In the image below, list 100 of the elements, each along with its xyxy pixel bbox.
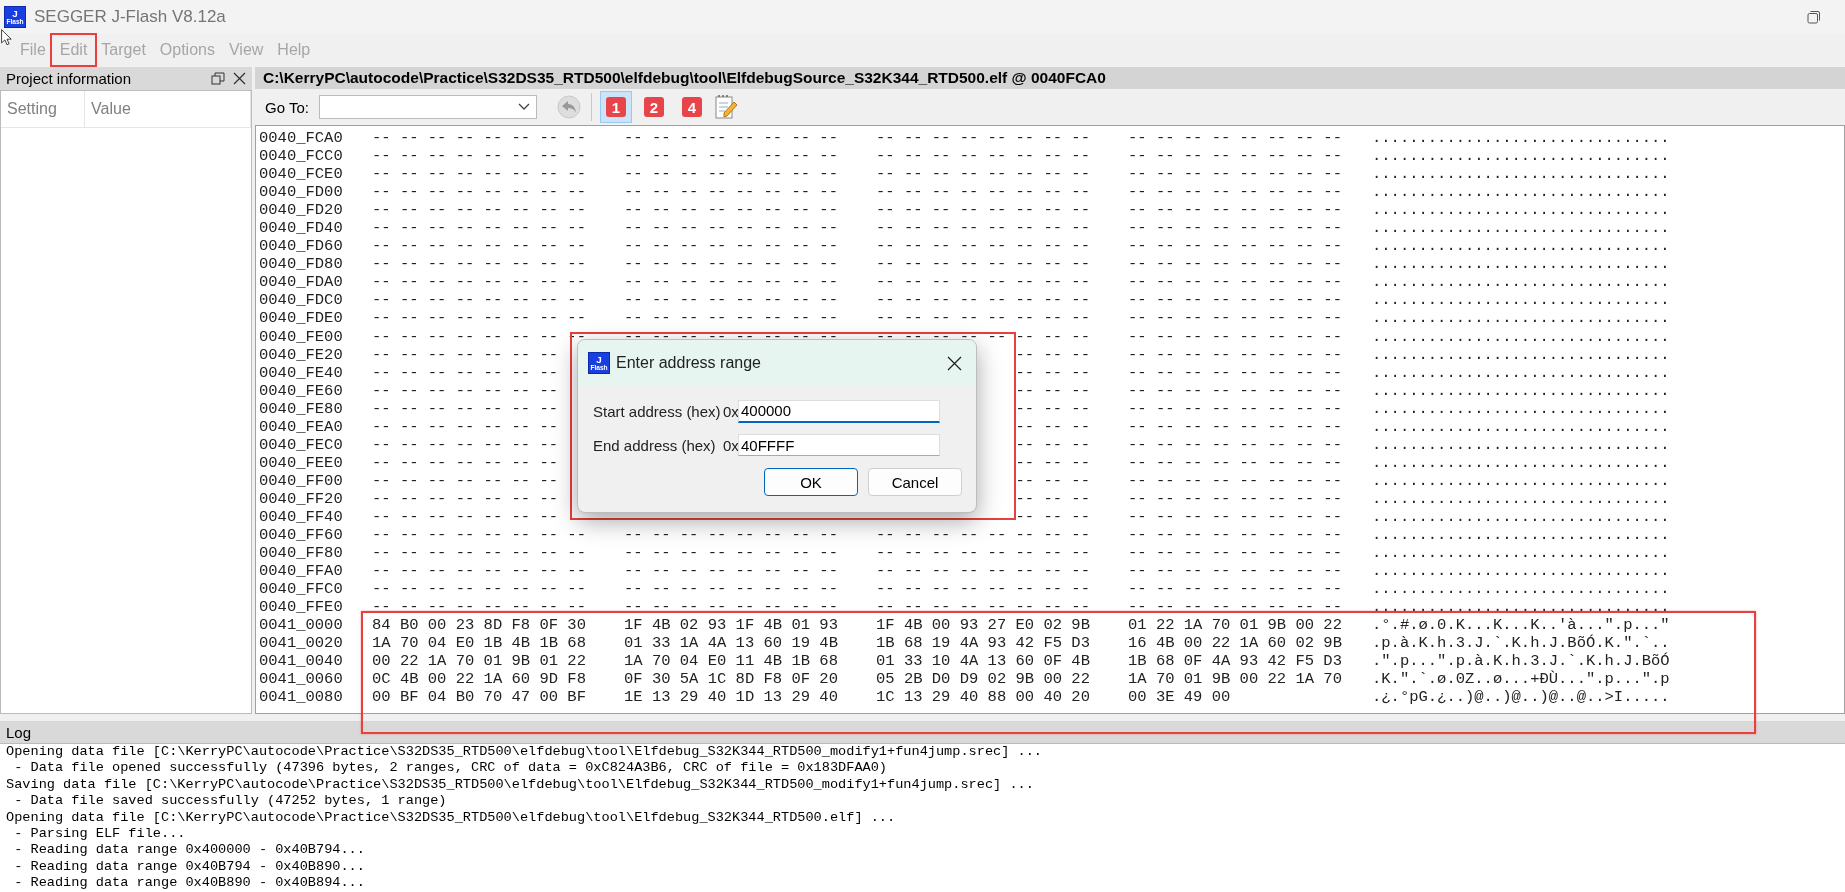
hex-bytes-cell: 1E 13 29 40 1D 13 29 40 <box>624 688 838 707</box>
hex-bytes-cell: 0F 30 5A 1C 8D F8 0F 20 <box>624 670 838 689</box>
hex-bytes-cell: -- -- -- -- -- -- -- -- <box>876 562 1090 581</box>
hex-bytes-cell: -- -- -- <box>1015 345 1090 364</box>
hex-bytes-cell: -- -- -- -- -- -- -- -- <box>876 183 1090 202</box>
address-field[interactable]: 40FFFF <box>738 434 940 456</box>
address-cell: 0040_FF20 <box>259 489 343 508</box>
ascii-cell: ................................ <box>1372 327 1670 346</box>
hex-bytes-cell: 0C 4B 00 22 1A 60 9D F8 <box>372 670 586 689</box>
ascii-cell: ................................ <box>1372 273 1670 292</box>
hex-bytes-cell: -- -- -- -- -- -- -- -- <box>1128 363 1342 382</box>
menu-item[interactable]: File <box>14 36 52 63</box>
hex-bytes-cell: 1C 13 29 40 88 00 40 20 <box>876 688 1090 707</box>
address-cell: 0040_FFA0 <box>259 562 343 581</box>
ascii-cell: ................................ <box>1372 255 1670 274</box>
restore-icon[interactable] <box>211 72 225 85</box>
hex-bytes-cell: -- -- -- -- -- -- -- -- <box>1128 255 1342 274</box>
hex-bytes-cell: 01 33 1A 4A 13 60 19 4B <box>624 634 838 653</box>
log-line: Opening data file [C:\KerryPC\autocode\Practice\S32DS35_RTD500\elfdebug\tool\Elfdebug_S32K344_RTD500_modify1+fun4jump.srec] ... <box>6 744 1043 761</box>
hex-bytes-cell: -- -- -- -- -- -- -- -- <box>1128 489 1342 508</box>
hex-bytes-cell: 1A 70 04 E0 11 4B 1B 68 <box>624 652 838 671</box>
hex-bytes-cell: -- -- -- -- -- -- -- -- <box>624 598 838 617</box>
hex-bytes-cell: 01 22 1A 70 01 9B 00 22 <box>1128 616 1342 635</box>
hex-bytes-cell: 1A 70 01 9B 00 22 1A 70 <box>1128 670 1342 689</box>
address-cell: 0040_FE80 <box>259 399 343 418</box>
address-cell: 0040_FF00 <box>259 471 343 490</box>
ascii-cell: .¿.°pG.¿..)@..)@..)@..@..>I..... <box>1372 688 1670 707</box>
menu-item[interactable]: Options <box>153 36 221 63</box>
address-cell: 0040_FEA0 <box>259 417 343 436</box>
address-cell: 0041_0080 <box>259 688 343 707</box>
address-cell: 0040_FD20 <box>259 201 343 220</box>
menu-item[interactable]: Help <box>271 36 317 63</box>
log-line: - Reading data range 0x40B890 - 0x40B894... <box>13 875 366 892</box>
hex-bytes-cell: -- -- -- -- -- -- -- -- <box>1128 201 1342 220</box>
hex-bytes-cell: -- -- -- -- -- -- -- -- <box>1128 327 1342 346</box>
address-cell: 0040_FE60 <box>259 381 343 400</box>
hex-bytes-cell: -- -- -- -- -- -- -- -- <box>876 544 1090 563</box>
hex-bytes-cell: 05 2B D0 D9 02 9B 00 22 <box>876 670 1090 689</box>
address-cell: 0041_0020 <box>259 634 343 653</box>
hex-bytes-cell: -- -- -- -- -- -- -- -- <box>624 580 838 599</box>
chevron-down-icon <box>517 103 530 111</box>
hex-bytes-cell: -- -- -- -- -- -- -- -- <box>372 309 586 328</box>
hex-bytes-cell: -- -- -- -- -- -- -- <box>372 508 559 527</box>
address-field[interactable]: 400000 <box>738 399 940 423</box>
ascii-cell: ................................ <box>1372 291 1670 310</box>
hex-bytes-cell: -- -- -- -- -- -- -- -- <box>1128 309 1342 328</box>
hex-bytes-cell: -- -- -- -- -- -- -- -- <box>1128 580 1342 599</box>
hex-bytes-cell: 1F 4B 02 93 1F 4B 01 93 <box>624 616 838 635</box>
hex-bytes-cell: -- -- -- -- -- -- -- -- <box>624 562 838 581</box>
address-cell: 0040_FDC0 <box>259 291 343 310</box>
hex-bytes-cell: -- -- -- -- -- -- -- -- <box>1128 345 1342 364</box>
field-label: End address (hex) <box>593 436 717 454</box>
log-line: - Reading data range 0x40B794 - 0x40B890... <box>13 858 366 876</box>
hex-bytes-cell: -- -- -- -- -- -- -- -- <box>1128 291 1342 310</box>
close-icon[interactable] <box>233 72 246 85</box>
hex-bytes-cell: -- -- -- -- -- -- -- -- <box>1128 237 1342 256</box>
hex-bytes-cell: -- -- -- -- -- -- -- -- <box>372 544 586 563</box>
hex-bytes-cell: 84 B0 00 23 8D F8 0F 30 <box>372 616 586 635</box>
toolbar-button[interactable]: 2 <box>637 91 670 123</box>
menu-item[interactable]: Target <box>95 36 152 63</box>
close-icon[interactable] <box>947 355 962 371</box>
hex-bytes-cell: 00 3E 49 00 <box>1128 688 1231 707</box>
hex-bytes-cell: -- -- -- -- -- -- -- -- <box>624 147 838 166</box>
ascii-cell: ................................ <box>1372 598 1670 617</box>
ascii-cell: ................................ <box>1372 165 1670 184</box>
hex-bytes-cell: -- -- -- -- -- -- -- -- <box>372 183 586 202</box>
address-cell: 0040_FD00 <box>259 183 343 202</box>
column-header: Setting <box>1 91 86 127</box>
hex-bytes-cell: -- -- -- -- -- -- -- -- <box>1128 381 1342 400</box>
hex-bytes-cell: -- -- -- -- -- -- -- -- <box>624 544 838 563</box>
ascii-cell: ................................ <box>1372 381 1670 400</box>
address-cell: 0040_FE20 <box>259 345 343 364</box>
hex-bytes-cell: -- -- -- <box>1015 363 1090 382</box>
ascii-cell: ................................ <box>1372 580 1670 599</box>
notepad-pencil-icon[interactable] <box>713 94 738 120</box>
hex-bytes-cell: -- -- -- -- -- -- -- -- <box>624 291 838 310</box>
hex-bytes-cell: -- -- -- -- -- -- -- <box>372 417 559 436</box>
ascii-cell: .".p...".p.à.K.h.3.J.`.K.h.J.BõÓ <box>1372 652 1670 671</box>
hex-bytes-cell: -- -- -- -- -- -- -- -- <box>876 129 1090 148</box>
log-line: - Parsing ELF file... <box>13 826 187 843</box>
hex-bytes-cell: -- -- -- -- -- -- -- -- <box>372 165 586 184</box>
hex-bytes-cell: -- -- -- -- -- -- -- -- <box>372 273 586 292</box>
hex-bytes-cell: -- -- -- <box>1015 399 1090 418</box>
toolbar-button[interactable]: 4 <box>675 91 708 123</box>
menu-item[interactable]: View <box>222 36 270 63</box>
restore-icon[interactable] <box>1807 10 1821 24</box>
ascii-cell: ................................ <box>1372 562 1670 581</box>
address-cell: 0040_FDA0 <box>259 273 343 292</box>
toolbar-button[interactable]: 1 <box>599 91 632 123</box>
ascii-cell: .K.".`.ø.0Z..ø...+ÐÙ...".p...".p <box>1372 670 1670 689</box>
hex-bytes-cell: -- -- -- -- -- -- -- -- <box>876 526 1090 545</box>
hex-bytes-cell: -- -- -- -- -- -- -- -- <box>1128 453 1342 472</box>
dialog-button[interactable]: Cancel <box>868 468 962 496</box>
hex-bytes-cell: -- -- -- -- -- -- -- -- <box>624 219 838 238</box>
hex-bytes-cell: -- -- -- -- -- -- -- -- <box>624 526 838 545</box>
address-cell: 0041_0060 <box>259 670 343 689</box>
hex-bytes-cell: -- -- -- -- -- -- -- -- <box>876 165 1090 184</box>
address-cell: 0040_FF40 <box>259 508 343 527</box>
ascii-cell: ................................ <box>1372 508 1670 527</box>
dialog-button[interactable]: OK <box>764 468 858 496</box>
